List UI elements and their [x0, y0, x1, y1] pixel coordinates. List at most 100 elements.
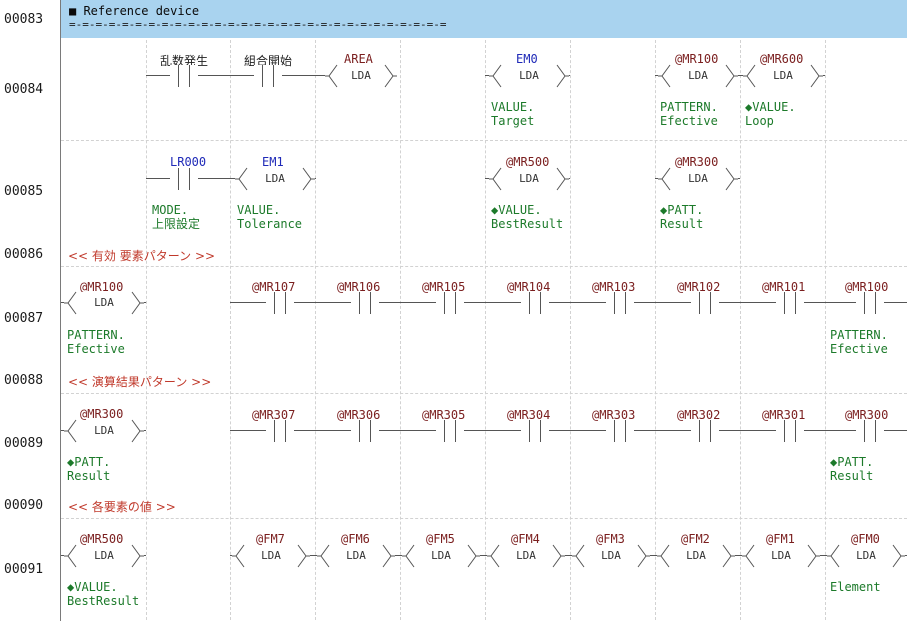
grid-guide	[61, 518, 907, 519]
device-label: LR000	[170, 155, 207, 169]
contact-mr302[interactable]	[691, 420, 719, 442]
contact-mr304[interactable]	[521, 420, 549, 442]
lda-instruction[interactable]: LDA	[572, 544, 650, 568]
func-name: LDA	[771, 549, 791, 562]
contact-mr306[interactable]	[351, 420, 379, 442]
grid-guide	[740, 40, 741, 620]
lda-instruction[interactable]: LDA	[658, 64, 738, 88]
contact-mr305[interactable]	[436, 420, 464, 442]
lda-instruction[interactable]: LDA	[317, 544, 395, 568]
contact-mr100[interactable]	[856, 292, 884, 314]
device-label: EM0	[516, 52, 538, 66]
lda-instruction[interactable]: LDA	[827, 544, 905, 568]
device-comment: PATTERN. Efective	[830, 328, 888, 356]
grid-guide	[485, 40, 486, 620]
contact-mr101[interactable]	[776, 292, 804, 314]
lda-instruction[interactable]: LDA	[657, 544, 735, 568]
func-name: LDA	[601, 549, 621, 562]
device-comment: ◆PATT. Result	[67, 455, 111, 483]
row-number: 00084	[4, 82, 44, 97]
contact-mr303[interactable]	[606, 420, 634, 442]
row-number: 00086	[4, 247, 44, 262]
row-number: 00090	[4, 498, 44, 513]
row-number: 00091	[4, 562, 44, 577]
contact-mr104[interactable]	[521, 292, 549, 314]
comment-effective-pattern: << 有効 要素パターン >>	[68, 249, 216, 263]
contact-mr300[interactable]	[856, 420, 884, 442]
lda-instruction[interactable]: LDA	[489, 167, 569, 191]
row-number: 00083	[4, 12, 44, 27]
row-number: 00088	[4, 373, 44, 388]
device-label: @FM4	[511, 532, 540, 546]
grid-guide	[61, 140, 907, 141]
contact-mr105[interactable]	[436, 292, 464, 314]
left-power-rail	[60, 0, 61, 621]
row-number-gutter: 00083 00084 00085 00086 00087 00088 0008…	[0, 0, 60, 621]
contact-combine-start[interactable]	[254, 65, 282, 87]
contact-mr106[interactable]	[351, 292, 379, 314]
device-label: @MR100	[675, 52, 719, 66]
rung-wire	[230, 302, 907, 303]
lda-instruction[interactable]: LDA	[742, 544, 820, 568]
device-comment: ◆PATT. Result	[660, 203, 704, 231]
row-number: 00087	[4, 311, 44, 326]
func-name: LDA	[856, 549, 876, 562]
grid-guide	[400, 40, 401, 620]
lda-instruction[interactable]: LDA	[658, 167, 738, 191]
grid-guide	[655, 40, 656, 620]
grid-guide	[315, 40, 316, 620]
device-comment: PATTERN. Efective	[67, 328, 125, 356]
func-name: LDA	[688, 172, 708, 185]
grid-guide	[146, 40, 147, 620]
func-name: LDA	[773, 69, 793, 82]
device-label: @FM0	[851, 532, 880, 546]
rung-wire	[230, 430, 907, 431]
device-comment: MODE. 上限設定	[152, 203, 201, 231]
row-number: 00085	[4, 184, 44, 199]
contact-random[interactable]	[170, 65, 198, 87]
device-comment: ◆VALUE. Loop	[745, 100, 796, 128]
func-name: LDA	[346, 549, 366, 562]
lda-instruction[interactable]: LDA	[64, 544, 144, 568]
device-label: @FM5	[426, 532, 455, 546]
func-name: LDA	[261, 549, 281, 562]
row-number: 00089	[4, 436, 44, 451]
comment-element-values: << 各要素の値 >>	[68, 500, 176, 514]
func-name: LDA	[265, 172, 285, 185]
lda-instruction[interactable]: LDA	[64, 291, 144, 315]
contact-mr102[interactable]	[691, 292, 719, 314]
lda-instruction[interactable]: LDA	[487, 544, 565, 568]
device-label: @MR500	[80, 532, 124, 546]
device-label: @FM1	[766, 532, 795, 546]
device-comment: ◆VALUE. BestResult	[67, 580, 140, 608]
device-comment: VALUE. Target	[491, 100, 535, 128]
device-label: @FM7	[256, 532, 285, 546]
func-name: LDA	[351, 69, 371, 82]
device-comment: VALUE. Tolerance	[237, 203, 303, 231]
lda-instruction[interactable]: LDA	[64, 419, 144, 443]
grid-guide	[230, 40, 231, 620]
func-name: LDA	[431, 549, 451, 562]
lda-instruction[interactable]: LDA	[235, 167, 315, 191]
lda-instruction[interactable]: LDA	[743, 64, 823, 88]
device-comment: Element	[830, 580, 881, 594]
lda-instruction[interactable]: LDA	[402, 544, 480, 568]
contact-mr103[interactable]	[606, 292, 634, 314]
reference-device-banner[interactable]: ■ Reference device =-=-=-=-=-=-=-=-=-=-=…	[61, 0, 907, 38]
lda-instruction[interactable]: LDA	[232, 544, 310, 568]
func-name: LDA	[94, 424, 114, 437]
device-label: @FM2	[681, 532, 710, 546]
grid-guide	[61, 393, 907, 394]
lda-instruction[interactable]: LDA	[489, 64, 569, 88]
contact-mr301[interactable]	[776, 420, 804, 442]
contact-mr107[interactable]	[266, 292, 294, 314]
device-label: @MR600	[760, 52, 804, 66]
func-name: LDA	[688, 69, 708, 82]
contact-mr307[interactable]	[266, 420, 294, 442]
contact-lr000[interactable]	[170, 168, 198, 190]
func-name: LDA	[686, 549, 706, 562]
device-label: @MR300	[675, 155, 719, 169]
lda-instruction[interactable]: LDA	[325, 64, 397, 88]
func-name: LDA	[519, 172, 539, 185]
device-label: @MR300	[80, 407, 124, 421]
